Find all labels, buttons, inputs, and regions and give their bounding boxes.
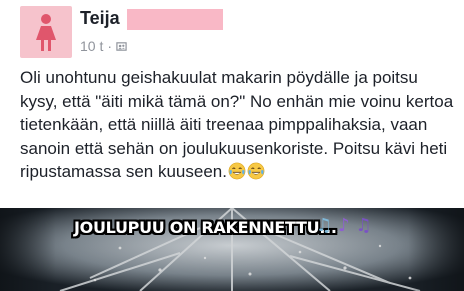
music-notes: ♫ ♪ ♫ xyxy=(316,216,372,236)
music-note-icon: ♪ xyxy=(338,215,350,236)
avatar[interactable] xyxy=(20,6,72,58)
meta-separator: · xyxy=(107,38,113,54)
name-redaction xyxy=(127,9,223,30)
post-meta: 10 t · xyxy=(80,38,127,54)
music-note-icon: ♫ xyxy=(316,215,333,236)
post-photo[interactable]: JOULUPUU ON RAKENNETTU... ♫ ♪ ♫ xyxy=(0,208,464,291)
post-text: Oli unohtunu geishakuulat makarin pöydäl… xyxy=(20,66,460,184)
female-silhouette-icon xyxy=(36,14,56,51)
author-name[interactable]: Teija xyxy=(80,8,120,28)
music-note-icon: ♫ xyxy=(355,215,372,236)
facebook-post: Teija 10 t · Oli unohtunu geishakuulat m… xyxy=(0,0,464,291)
face-with-tears-of-joy-icon xyxy=(228,162,246,180)
friends-icon[interactable] xyxy=(116,41,127,52)
image-caption: JOULUPUU ON RAKENNETTU... xyxy=(74,218,337,237)
post-timestamp[interactable]: 10 t xyxy=(80,38,103,54)
face-with-tears-of-joy-icon xyxy=(247,162,265,180)
